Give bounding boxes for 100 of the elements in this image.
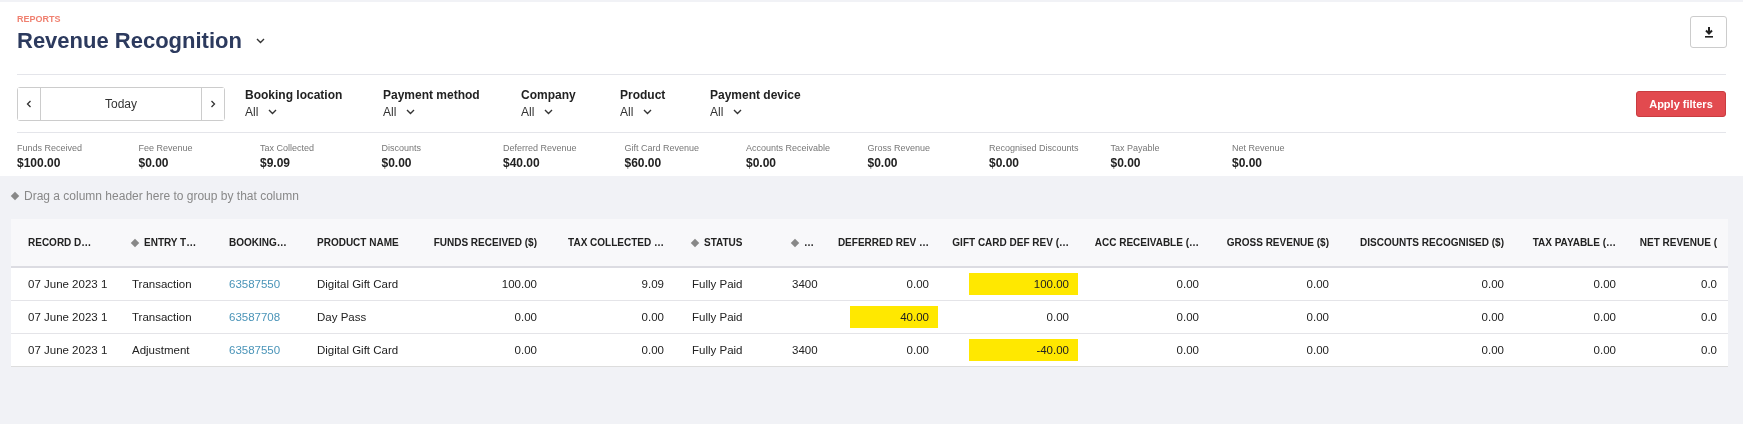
table-cell: 40.00 <box>900 311 929 323</box>
filter-label: Company <box>521 88 577 102</box>
apply-filters-button[interactable]: Apply filters <box>1636 90 1726 117</box>
table-cell: 0.00 <box>1306 344 1329 356</box>
table-cell: 0.00 <box>1176 311 1199 323</box>
metric-value: $0.00 <box>989 156 1021 170</box>
table-cell: Transaction <box>132 311 192 323</box>
column-header[interactable]: FUNDS RECEIVED ($) <box>420 219 548 266</box>
download-button[interactable] <box>1690 16 1727 48</box>
booking-link[interactable]: 63587550 <box>229 278 281 290</box>
column-header[interactable]: STATUS <box>675 219 775 266</box>
metric-value: $60.00 <box>624 156 663 170</box>
filter-label: Payment method <box>383 88 481 102</box>
column-header[interactable]: TAX COLLECTED … <box>548 219 675 266</box>
caret-icon <box>406 109 416 115</box>
table-cell: 07 June 2023 1 <box>28 344 108 356</box>
table-cell: Fully Paid <box>692 278 743 290</box>
column-header[interactable]: DEFERRED REV … <box>827 219 940 266</box>
metric-label: Fee Revenue <box>138 143 194 153</box>
table-cell: 0.00 <box>1306 311 1329 323</box>
metric-value: $9.09 <box>260 156 292 170</box>
table-cell: 0.00 <box>1481 278 1504 290</box>
chevron-left-icon <box>26 99 32 108</box>
booking-link[interactable]: 63587550 <box>229 344 281 356</box>
metric-label: Tax Payable <box>1110 143 1161 153</box>
table-cell: 0.00 <box>906 344 929 356</box>
table-cell: 0.00 <box>1481 311 1504 323</box>
table-cell: 9.09 <box>641 278 664 290</box>
table-cell: 0.00 <box>1481 344 1504 356</box>
table-cell: 0.0 <box>1701 344 1717 356</box>
metric-value: $0.00 <box>746 156 778 170</box>
table-cell: 0.00 <box>514 344 537 356</box>
column-header[interactable]: TAX PAYABLE (… <box>1515 219 1627 266</box>
metric-value: $0.00 <box>867 156 899 170</box>
column-header[interactable]: RECORD D… <box>11 219 115 266</box>
filter-dropdown[interactable]: All <box>710 105 743 119</box>
table-cell: 0.00 <box>641 311 664 323</box>
metric-label: Gift Card Revenue <box>624 143 701 153</box>
table-cell: 07 June 2023 1 <box>28 311 108 323</box>
table-cell: 0.00 <box>1306 278 1329 290</box>
column-header[interactable]: DISCOUNTS RECOGNISED ($) <box>1340 219 1515 266</box>
section-label: REPORTS <box>17 14 62 24</box>
column-header[interactable]: NET REVENUE ( <box>1627 219 1728 266</box>
filter-dropdown[interactable]: All <box>383 105 416 119</box>
metric-value: $40.00 <box>503 156 541 170</box>
column-header[interactable]: GROSS REVENUE ($) <box>1210 219 1340 266</box>
metric-label: Deferred Revenue <box>503 143 578 153</box>
table-cell: 0.00 <box>1593 344 1616 356</box>
metric-value: $0.00 <box>138 156 170 170</box>
caret-icon <box>544 109 554 115</box>
table-cell: Digital Gift Card <box>317 344 399 356</box>
table-cell: 0.00 <box>1176 278 1199 290</box>
metric-label: Accounts Receivable <box>746 143 832 153</box>
metric-label: Funds Received <box>17 143 84 153</box>
metric-label: Discounts <box>381 143 422 153</box>
column-header[interactable]: … <box>775 219 827 266</box>
metric-value: $0.00 <box>1110 156 1142 170</box>
metric-label: Net Revenue <box>1232 143 1286 153</box>
table-cell: Fully Paid <box>692 344 743 356</box>
table-cell: 3400 <box>792 344 818 356</box>
column-header[interactable]: ACC RECEIVABLE (… <box>1080 219 1210 266</box>
metric-label: Tax Collected <box>260 143 316 153</box>
metric-value: $0.00 <box>1232 156 1264 170</box>
table-cell: 0.00 <box>1593 311 1616 323</box>
column-header[interactable]: GIFT CARD DEF REV (… <box>940 219 1080 266</box>
filter-label: Payment device <box>710 88 802 102</box>
column-header[interactable]: ENTRY T… <box>115 219 212 266</box>
table-cell: 0.00 <box>1046 311 1069 323</box>
date-range-field[interactable]: Today <box>40 87 202 120</box>
group-hint: Drag a column header here to group by that column <box>24 189 299 203</box>
caret-icon <box>268 109 278 115</box>
filter-dropdown[interactable]: All <box>620 105 653 119</box>
filter-label: Booking location <box>245 88 344 102</box>
filter-dropdown[interactable]: All <box>521 105 554 119</box>
table-cell: 0.00 <box>1176 344 1199 356</box>
table-cell: 100.00 <box>501 278 537 290</box>
metric-label: Gross Revenue <box>867 143 932 153</box>
table-cell: 100.00 <box>1033 278 1069 290</box>
metric-value: $0.00 <box>381 156 413 170</box>
column-header[interactable]: BOOKING… <box>212 219 300 266</box>
table-cell: Fully Paid <box>692 311 743 323</box>
table-cell: 0.0 <box>1701 311 1717 323</box>
table-cell: 0.0 <box>1701 278 1717 290</box>
report-title: Revenue Recognition <box>17 28 242 54</box>
table-cell: 0.00 <box>1593 278 1616 290</box>
caret-icon <box>643 109 653 115</box>
table-cell: 07 June 2023 1 <box>28 278 108 290</box>
caret-icon[interactable] <box>255 38 265 44</box>
table-cell: -40.00 <box>1036 344 1069 356</box>
metric-value: $100.00 <box>17 156 62 170</box>
chevron-right-icon <box>210 99 216 108</box>
table-cell: 0.00 <box>641 344 664 356</box>
filter-label: Product <box>620 88 667 102</box>
filter-dropdown[interactable]: All <box>245 105 278 119</box>
column-header[interactable]: PRODUCT NAME <box>300 219 420 266</box>
table-cell: 0.00 <box>906 278 929 290</box>
booking-link[interactable]: 63587708 <box>229 311 281 323</box>
metric-label: Recognised Discounts <box>989 143 1080 153</box>
table-cell: 0.00 <box>514 311 537 323</box>
caret-icon <box>733 109 743 115</box>
